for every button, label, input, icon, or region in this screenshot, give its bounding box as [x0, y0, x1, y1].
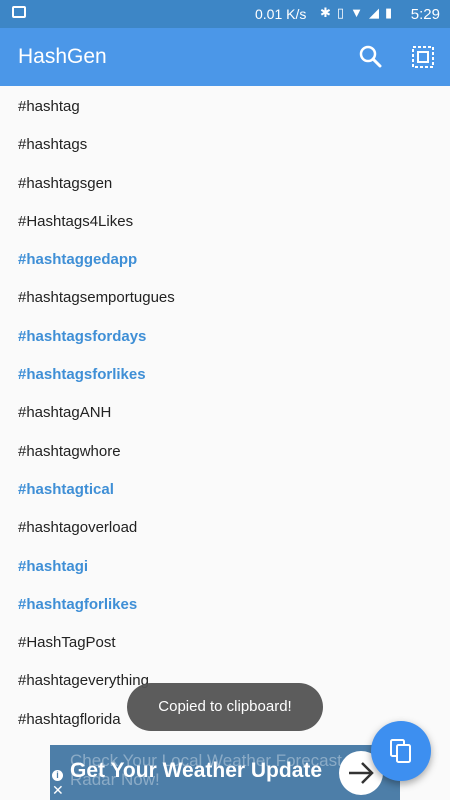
hashtag-item[interactable]: #hashtagsgen: [0, 165, 450, 203]
hashtag-item[interactable]: #hashtagi: [0, 548, 450, 586]
hashtag-item[interactable]: #HashTagPost: [0, 624, 450, 662]
hashtag-item[interactable]: #hashtag: [0, 88, 450, 126]
hashtag-item[interactable]: #hashtagtical: [0, 471, 450, 509]
signal-icon: ◢: [368, 5, 385, 20]
clock: 5:29: [410, 6, 440, 23]
system-status-icons: ✱▯▼◢▮: [320, 5, 398, 21]
app-bar: HashGen: [0, 28, 450, 86]
search-icon[interactable]: [356, 42, 386, 72]
hashtag-item[interactable]: #hashtagsemportugues: [0, 279, 450, 317]
battery-icon: ▮: [384, 5, 399, 20]
arrow-right-icon: [349, 762, 374, 784]
app-title: HashGen: [18, 45, 107, 68]
hashtag-item[interactable]: #hashtagforlikes: [0, 586, 450, 624]
hashtag-item[interactable]: #Hashtags4Likes: [0, 203, 450, 241]
copy-icon: [390, 739, 411, 763]
close-icon[interactable]: ✕: [52, 783, 64, 797]
copy-fab[interactable]: [371, 721, 431, 781]
hashtag-item[interactable]: #hashtagANH: [0, 394, 450, 432]
hashtag-item[interactable]: #hashtagwhore: [0, 433, 450, 471]
hashtag-item[interactable]: #hashtaggedapp: [0, 241, 450, 279]
image-icon: [12, 6, 26, 18]
select-all-icon[interactable]: [408, 42, 438, 72]
vibrate-icon: ▯: [336, 5, 351, 20]
hashtag-item[interactable]: #hashtagsfordays: [0, 318, 450, 356]
toast-message: Copied to clipboard!: [127, 683, 323, 731]
hashtag-item[interactable]: #hashtagsforlikes: [0, 356, 450, 394]
network-speed: 0.01 K/s: [255, 6, 307, 22]
wifi-icon: ▼: [350, 5, 369, 20]
hashtag-list: #hashtag #hashtags #hashtagsgen #Hashtags4L…: [0, 88, 450, 739]
hashtag-item[interactable]: #hashtagoverload: [0, 509, 450, 547]
ad-banner[interactable]: Check Your Local Weather Forecast & Rada…: [50, 745, 400, 800]
bluetooth-icon: ✱: [320, 5, 337, 20]
ad-headline[interactable]: Get Your Weather Update: [70, 759, 322, 783]
hashtag-item[interactable]: #hashtags: [0, 126, 450, 164]
status-bar: 0.01 K/s ✱▯▼◢▮ 5:29: [0, 0, 450, 28]
info-icon[interactable]: i: [52, 770, 63, 781]
